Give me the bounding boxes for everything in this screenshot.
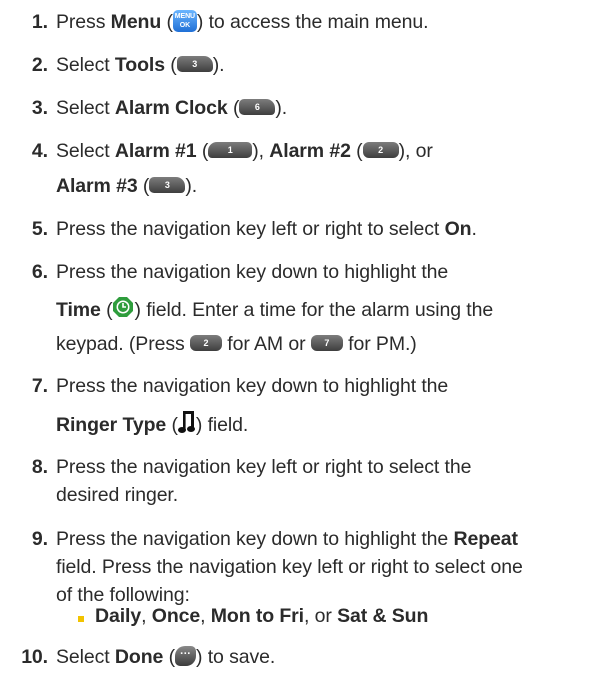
alarm-1-label: Alarm #1 [114, 140, 197, 162]
step-number: 6. [31, 261, 48, 283]
done-key-icon: ··· [175, 645, 196, 666]
alarm-3-label: Alarm #3 [56, 175, 138, 197]
key-2-icon: 2 [189, 334, 222, 351]
key-7-icon: 7 [310, 334, 343, 351]
music-note-icon [177, 410, 196, 438]
step-number: 2. [31, 54, 48, 76]
tools-label: Tools [114, 54, 165, 76]
time-clock-icon [112, 296, 134, 322]
softkey-1-icon: 1 [208, 141, 253, 158]
alarm-2-label: Alarm #2 [269, 140, 351, 162]
ringer-type-label: Ringer Type [56, 414, 167, 437]
option-once: Once [151, 605, 201, 627]
menu-ok-key-icon: MENU OK [172, 10, 197, 32]
step-number: 1. [31, 11, 48, 33]
alarm-clock-label: Alarm Clock [114, 97, 228, 119]
menu-label: Menu [110, 11, 162, 34]
step-number: 5. [31, 218, 48, 240]
bullet-icon [78, 616, 84, 622]
softkey-3-icon: 3 [149, 176, 186, 193]
softkey-2-icon: 2 [362, 141, 399, 158]
time-label: Time [56, 299, 101, 322]
softkey-6-icon: 6 [239, 98, 276, 115]
option-daily: Daily [95, 605, 142, 627]
step-number: 3. [31, 97, 48, 119]
option-sat-sun: Sat & Sun [337, 605, 429, 627]
step-number: 9. [31, 528, 48, 550]
step-number: 10. [21, 646, 48, 668]
step-number: 8. [31, 456, 48, 478]
step-number: 7. [31, 375, 48, 397]
instruction-page: 1. Press Menu (MENU OK) to access the ma… [21, 10, 523, 668]
done-label: Done [114, 646, 164, 668]
step-number: 4. [31, 140, 48, 162]
softkey-3-icon: 3 [176, 55, 213, 72]
repeat-label: Repeat [453, 528, 518, 550]
on-label: On [444, 218, 472, 240]
option-mon-to-fri: Mon to Fri [210, 605, 304, 627]
